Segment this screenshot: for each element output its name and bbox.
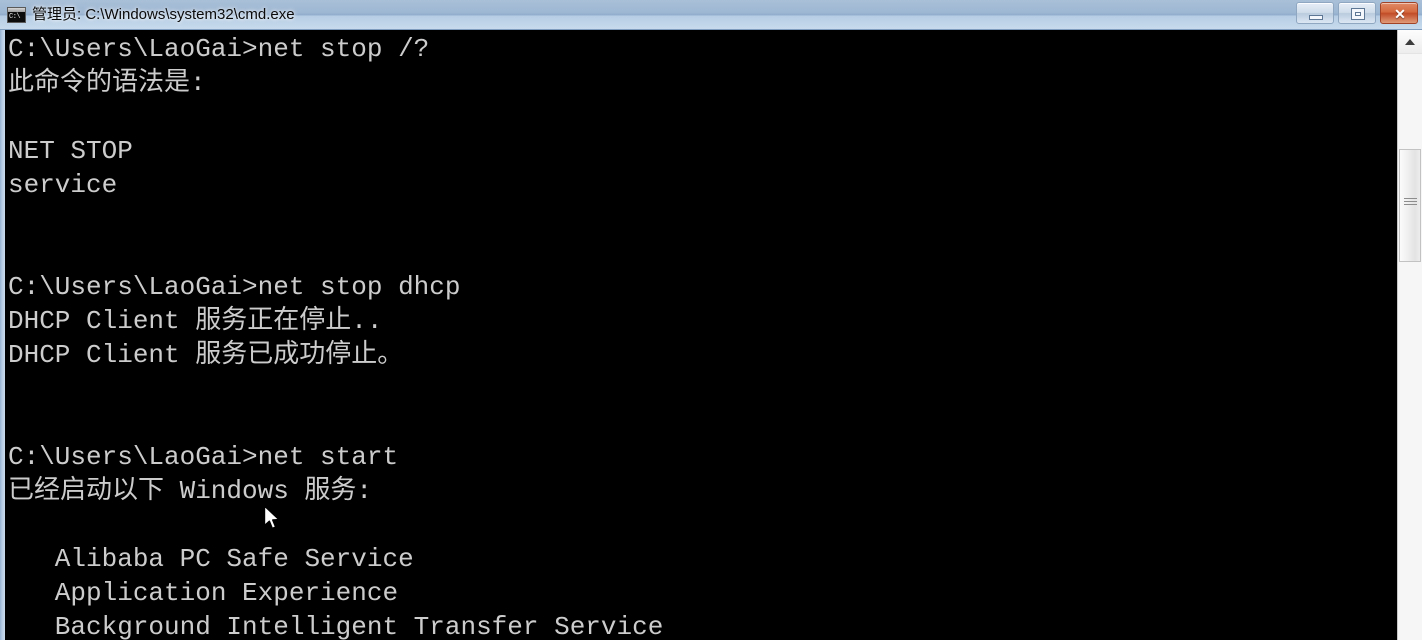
icon-prompt-text: C:\ xyxy=(9,13,21,21)
console-line: DHCP Client 服务正在停止.. xyxy=(8,306,383,336)
minimize-icon xyxy=(1309,15,1323,20)
console-line: DHCP Client 服务已成功停止。 xyxy=(8,340,404,370)
icon-titlebar-strip xyxy=(8,8,25,12)
scrollbar-thumb[interactable] xyxy=(1399,149,1421,262)
console-line: C:\Users\LaoGai>net stop dhcp xyxy=(8,272,461,302)
console-line: 已经启动以下 Windows 服务: xyxy=(8,476,373,506)
console-line: C:\Users\LaoGai>net start xyxy=(8,442,399,472)
window-title: 管理员: C:\Windows\system32\cmd.exe xyxy=(32,6,295,23)
console-line: 此命令的语法是: xyxy=(8,68,206,98)
console-line: Alibaba PC Safe Service xyxy=(8,544,414,574)
console-line: Application Experience xyxy=(8,578,399,608)
close-button[interactable]: ✕ xyxy=(1380,2,1418,24)
scrollbar-track[interactable] xyxy=(1398,54,1422,640)
scroll-up-arrow-button[interactable] xyxy=(1398,30,1422,54)
cmd-console-icon[interactable]: C:\ xyxy=(7,7,26,23)
window-titlebar[interactable]: C:\ 管理员: C:\Windows\system32\cmd.exe ✕ xyxy=(0,0,1422,30)
console-line: C:\Users\LaoGai>net stop /? xyxy=(8,34,430,64)
cmd-window: C:\ 管理员: C:\Windows\system32\cmd.exe ✕ C… xyxy=(0,0,1422,640)
console-line: NET STOP xyxy=(8,136,133,166)
close-icon: ✕ xyxy=(1394,6,1406,22)
console-line: service xyxy=(8,170,118,200)
vertical-scrollbar[interactable] xyxy=(1397,30,1422,640)
console-text-lines: C:\Users\LaoGai>net stop /? 此命令的语法是: NET S… xyxy=(8,32,663,640)
minimize-button[interactable] xyxy=(1296,2,1334,24)
maximize-button[interactable] xyxy=(1338,2,1376,24)
scroll-up-arrow-icon xyxy=(1405,39,1415,45)
console-output-area[interactable]: C:\Users\LaoGai>net stop /? 此命令的语法是: NET S… xyxy=(5,30,1397,640)
console-line: Background Intelligent Transfer Service xyxy=(8,612,664,640)
maximize-icon xyxy=(1351,8,1365,20)
scrollbar-grip-icon xyxy=(1404,198,1417,209)
